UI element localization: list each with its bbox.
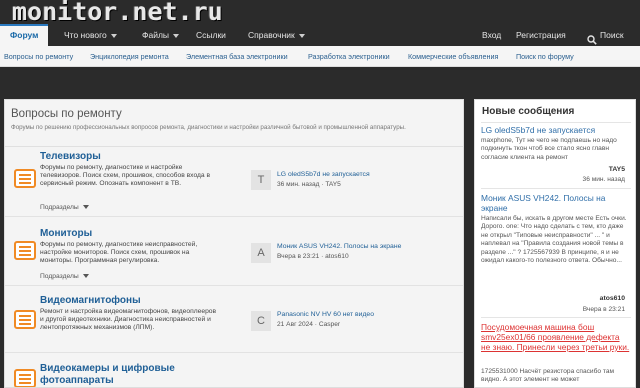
forum-node-title[interactable]: Телевизоры — [40, 151, 101, 162]
chevron-down-icon — [110, 33, 117, 38]
nav-links-tab[interactable]: Ссылки — [196, 24, 226, 46]
forum-node-cameras: Видеокамеры и цифровые фотоаппараты — [5, 353, 463, 387]
divider — [481, 122, 631, 123]
subforums-toggle[interactable]: Подразделы — [40, 204, 89, 211]
nav-whats-new-tab[interactable]: Что нового — [64, 24, 117, 46]
sub-nav: Вопросы по ремонту Энциклопедия ремонта … — [0, 46, 640, 67]
sidebar-post-time: Вчера в 23:21 — [582, 306, 625, 313]
forum-list-icon — [14, 169, 36, 188]
forum-node-description: Форумы по ремонту, диагностике неисправн… — [40, 241, 198, 265]
forum-list-icon — [14, 310, 36, 329]
chevron-down-icon — [82, 274, 89, 279]
sidebar-post-time: 36 мин. назад — [582, 176, 625, 183]
header: monitor.net.ru — [0, 0, 640, 26]
new-posts-sidebar: Новые сообщения LG oledS5b7d не запускае… — [474, 99, 636, 388]
chevron-down-icon — [298, 33, 305, 38]
main-nav: Форум Что нового Файлы Ссылки Справочник… — [0, 24, 640, 46]
divider — [481, 188, 631, 189]
subnav-forum-search[interactable]: Поиск по форуму — [516, 46, 574, 67]
last-post-meta: 36 мин. назад · TAY5 — [277, 181, 341, 188]
forum-node-tv: Телевизоры Форумы по ремонту, диагностик… — [5, 147, 463, 217]
avatar[interactable]: C — [251, 311, 271, 331]
category-header: Вопросы по ремонту Форумы по решению про… — [5, 100, 463, 147]
subnav-classifieds[interactable]: Коммерческие объявления — [408, 46, 498, 67]
sidebar-post-title[interactable]: LG oledS5b7d не запускается — [481, 125, 631, 135]
search-icon — [587, 31, 597, 45]
forum-node-description: Форумы по ремонту, диагностике и настрой… — [40, 164, 211, 188]
nav-reference-tab[interactable]: Справочник — [248, 24, 305, 46]
subnav-electronics-dev[interactable]: Разработка электроники — [308, 46, 390, 67]
sidebar-post-snippet: Написали бы, искать в другом месте Есть … — [481, 215, 627, 265]
forum-node-title[interactable]: Видеокамеры и цифровые фотоаппараты — [40, 363, 190, 387]
subnav-repair-questions[interactable]: Вопросы по ремонту — [4, 46, 73, 67]
register-link[interactable]: Регистрация — [516, 24, 566, 46]
nav-forum-tab[interactable]: Форум — [0, 24, 49, 46]
forum-node-monitors: Мониторы Форумы по ремонту, диагностике … — [5, 217, 463, 286]
avatar[interactable]: A — [251, 243, 271, 263]
sidebar-post-author[interactable]: TAY5 — [609, 166, 625, 173]
avatar[interactable]: T — [251, 170, 271, 190]
sidebar-post-title[interactable]: Посудомоечная машина бош smv25ex01/66 пр… — [481, 322, 631, 352]
forum-node-title[interactable]: Мониторы — [40, 228, 92, 239]
last-post-title[interactable]: LG oledS5b7d не запускается — [277, 171, 370, 178]
category-description: Форумы по решению профессиональных вопро… — [11, 124, 406, 131]
sidebar-post-snippet: maxphone, Тут не чего не подпаешь но над… — [481, 137, 617, 161]
forum-node-title[interactable]: Видеомагнитофоны — [40, 295, 141, 306]
site-logo[interactable]: monitor.net.ru — [12, 0, 223, 26]
subforums-toggle[interactable]: Подразделы — [40, 273, 89, 280]
subnav-repair-encyclopedia[interactable]: Энциклопедия ремонта — [90, 46, 169, 67]
sidebar-title: Новые сообщения — [482, 106, 575, 117]
forum-category-block: Вопросы по ремонту Форумы по решению про… — [4, 99, 464, 388]
forum-list-icon — [14, 369, 36, 387]
subnav-components[interactable]: Элементная база электроники — [186, 46, 288, 67]
last-post-meta: 21 Авг 2024 · Casper — [277, 321, 341, 328]
forum-node-vcr: Видеомагнитофоны Ремонт и настройка виде… — [5, 286, 463, 353]
nav-files-tab[interactable]: Файлы — [142, 24, 180, 46]
login-link[interactable]: Вход — [482, 24, 501, 46]
banner-area — [0, 67, 640, 99]
forum-node-description: Ремонт и настройка видеомагнитофонов, ви… — [40, 308, 217, 332]
chevron-down-icon — [173, 33, 180, 38]
last-post-meta: Вчера в 23:21 · atos610 — [277, 253, 349, 260]
chevron-down-icon — [82, 205, 89, 210]
category-title[interactable]: Вопросы по ремонту — [11, 108, 457, 120]
sidebar-post-snippet: 1725531000 Насчёт резистора спасибо там … — [481, 368, 615, 384]
sidebar-post-author[interactable]: atos610 — [600, 295, 625, 302]
search-button[interactable]: Поиск — [587, 24, 624, 46]
divider — [481, 317, 631, 318]
last-post-title[interactable]: Panasonic NV HV 60 нет видео — [277, 311, 374, 318]
last-post-title[interactable]: Моник ASUS VH242. Полосы на экране — [277, 243, 401, 250]
sidebar-post-title[interactable]: Моник ASUS VH242. Полосы на экране — [481, 193, 631, 213]
forum-list-icon — [14, 241, 36, 260]
